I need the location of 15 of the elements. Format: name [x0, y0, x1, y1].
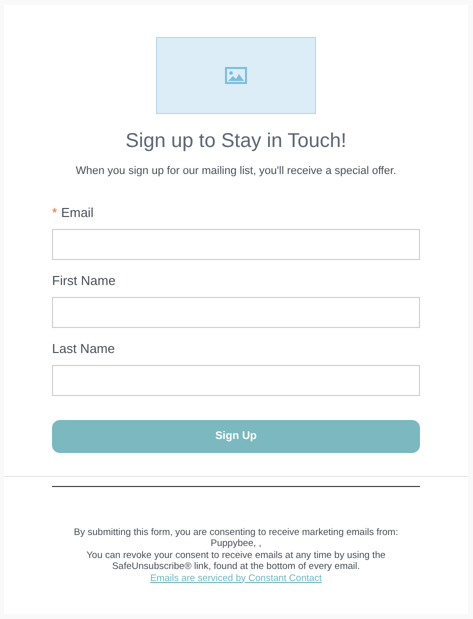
consent-text: Puppybee, , [210, 538, 262, 550]
field-label: First Name [52, 272, 116, 288]
field-label: Last Name [52, 340, 115, 356]
consent-text: You can revoke your consent to receive emails at any time by using the SafeUnsubscribe® link, found at the bottom of every email. [85, 550, 387, 572]
required-marker: * [52, 204, 58, 220]
form-subtitle: When you sign up for our mailing list, you'll receive a special offer. [76, 164, 396, 179]
form-title: Sign up to Stay in Touch! [126, 129, 346, 154]
image-icon [225, 67, 247, 84]
field-label: Email [61, 204, 94, 220]
input-field[interactable] [52, 228, 420, 260]
consent-text: By submitting this form, you are consenting to receive marketing emails from: [74, 526, 398, 538]
input-field[interactable] [52, 296, 420, 328]
sign-up-button[interactable]: Sign Up [52, 420, 420, 452]
constant-contact-link[interactable]: Emails are serviced by Constant Contact [150, 572, 322, 584]
input-field[interactable] [52, 364, 420, 396]
